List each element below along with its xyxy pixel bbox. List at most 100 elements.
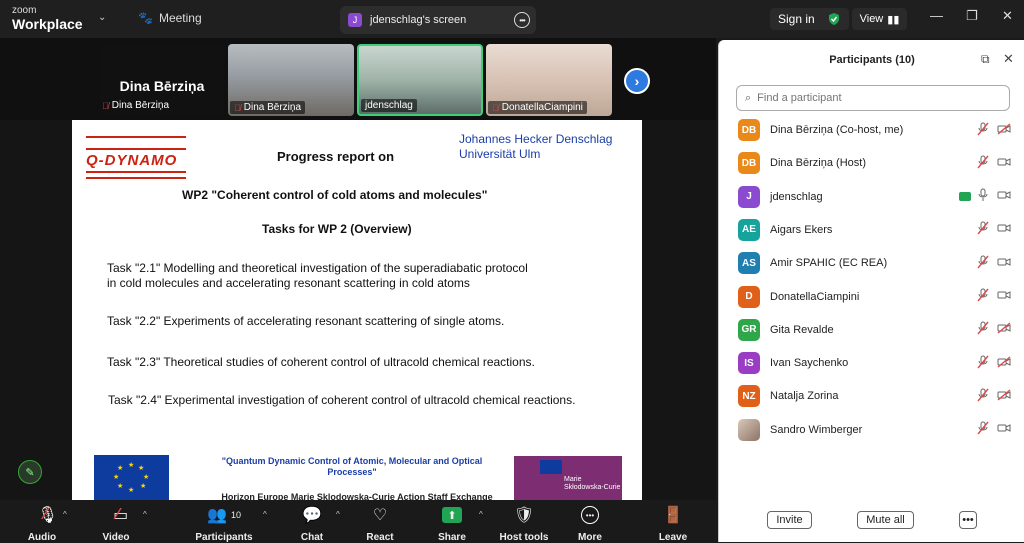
slide-wp2: WP2 "Coherent control of cold atoms and … xyxy=(182,188,488,202)
video-icon[interactable] xyxy=(997,189,1011,204)
chat-icon: 💬 xyxy=(302,507,322,524)
host-tile-label: 🎙̸ Dina Bērziņa xyxy=(102,100,169,111)
signin-button[interactable]: Sign in xyxy=(778,12,815,26)
video-button[interactable]: ▭ ⁄ Video xyxy=(86,504,146,543)
video-off-icon[interactable] xyxy=(997,322,1011,337)
meeting-menu[interactable]: 🐾 Meeting xyxy=(138,11,202,25)
participants-options-caret[interactable]: ^ xyxy=(263,510,267,519)
minimize-icon[interactable]: — xyxy=(930,8,943,23)
participant-row[interactable]: DB Dina Bērziņa (Co-host, me) xyxy=(719,115,1024,145)
close-window-icon[interactable]: ✕ xyxy=(1002,8,1013,24)
audio-options-caret[interactable]: ^ xyxy=(63,510,67,519)
participant-row[interactable]: IS Ivan Saychenko xyxy=(719,348,1024,378)
video-tile-active-speaker[interactable]: jdenschlag xyxy=(357,44,483,116)
video-off-icon[interactable] xyxy=(997,389,1011,404)
more-icon: ••• xyxy=(962,514,974,526)
video-tile[interactable]: 🎙̸ Dina Bērziņa xyxy=(228,44,354,116)
video-strip: Dina Bērziņa 🎙̸ Dina Bērziņa 🎙̸ Dina Bēr… xyxy=(0,38,716,120)
avatar: DB xyxy=(738,152,760,175)
avatar: NZ xyxy=(738,385,760,408)
invite-button[interactable]: Invite xyxy=(767,511,812,529)
video-icon[interactable] xyxy=(997,222,1011,237)
video-icon[interactable] xyxy=(997,422,1011,437)
more-options-icon[interactable]: ••• xyxy=(514,12,530,28)
share-screen-icon: ⬆ xyxy=(422,504,482,526)
mic-icon[interactable] xyxy=(977,188,989,205)
mic-muted-icon[interactable] xyxy=(977,122,989,139)
leave-button[interactable]: 🚪 Leave xyxy=(643,504,703,543)
avatar: AE xyxy=(738,218,760,241)
shield-check-icon[interactable] xyxy=(827,12,841,26)
host-tools-button[interactable]: 🛡 Host tools xyxy=(494,504,554,543)
video-off-icon: ▭ ⁄ xyxy=(113,506,129,524)
participant-search[interactable]: ⌕ xyxy=(736,85,1010,111)
close-icon[interactable]: ✕ xyxy=(1003,51,1014,67)
video-options-caret[interactable]: ^ xyxy=(143,510,147,519)
annotate-pencil-icon[interactable]: ✎ xyxy=(18,460,42,484)
tile-name: Dina Bērziņa xyxy=(243,102,302,113)
restore-icon[interactable]: ❐ xyxy=(966,8,978,24)
mic-muted-icon[interactable] xyxy=(977,421,989,438)
slide-footer-horizon: Horizon Europe Marie Sklodowska-Curie Ac… xyxy=(221,492,493,500)
screen-share-tab[interactable]: J jdenschlag's screen ••• xyxy=(340,6,536,34)
mic-muted-icon[interactable] xyxy=(977,221,989,238)
participant-row[interactable]: NZ Natalja Zorina xyxy=(719,381,1024,411)
participant-name: Sandro Wimberger xyxy=(770,423,863,436)
participant-row[interactable]: DB Dina Bērziņa (Host) xyxy=(719,148,1024,178)
meeting-label: Meeting xyxy=(158,11,202,25)
participant-row[interactable]: D DonatellaCiampini xyxy=(719,282,1024,312)
participant-name: Aigars Ekers xyxy=(770,223,833,236)
react-button[interactable]: ♡ React xyxy=(350,504,410,543)
view-button[interactable]: View ▮▮ xyxy=(852,8,907,30)
participants-button[interactable]: 👥 10 Participants xyxy=(194,504,254,543)
mic-muted-icon[interactable] xyxy=(977,388,989,405)
more-button[interactable]: ••• More xyxy=(560,504,620,543)
view-label: View xyxy=(859,13,884,25)
slide-task-3: Task "2.3" Theoretical studies of cohere… xyxy=(107,355,535,369)
presentation-slide: Q-DYNAMO Progress report on Johannes Hec… xyxy=(72,120,642,500)
popout-icon[interactable]: ⧉ xyxy=(981,52,990,67)
video-icon[interactable] xyxy=(997,156,1011,171)
more-options-button[interactable]: ••• xyxy=(959,511,977,529)
chevron-down-icon[interactable]: ⌄ xyxy=(98,12,106,23)
video-off-icon[interactable] xyxy=(997,356,1011,371)
title-bar: zoom Workplace ⌄ 🐾 Meeting J jdenschlag'… xyxy=(0,0,1024,38)
video-off-icon[interactable] xyxy=(997,122,1011,138)
video-icon[interactable] xyxy=(997,256,1011,271)
mute-all-button[interactable]: Mute all xyxy=(857,511,914,529)
mic-muted-icon: 🎙̸ xyxy=(102,100,109,111)
msca-logo: Marie Skłodowska-Curie xyxy=(514,456,622,500)
participant-row[interactable]: Sandro Wimberger xyxy=(719,415,1024,445)
heart-icon: ♡ xyxy=(372,507,388,524)
share-options-caret[interactable]: ^ xyxy=(479,510,483,519)
participant-row[interactable]: GR Gita Revalde xyxy=(719,315,1024,345)
avatar: AS xyxy=(738,252,760,275)
participant-name: Ivan Saychenko xyxy=(770,357,849,370)
slide-tasks-heading: Tasks for WP 2 (Overview) xyxy=(262,222,412,236)
search-icon: ⌕ xyxy=(745,91,752,104)
signin-area: Sign in xyxy=(770,8,849,30)
participant-row[interactable]: AS Amir SPAHIC (EC REA) xyxy=(719,248,1024,278)
tile-name: jdenschlag xyxy=(365,100,413,111)
tile-label: jdenschlag xyxy=(361,99,417,112)
mic-muted-icon[interactable] xyxy=(977,155,989,172)
mic-muted-icon: 🎙̸ xyxy=(492,102,499,113)
video-icon[interactable] xyxy=(997,289,1011,304)
mic-muted-icon[interactable] xyxy=(977,255,989,272)
video-tile[interactable]: 🎙̸ DonatellaCiampini xyxy=(486,44,612,116)
share-button[interactable]: ⬆ Share xyxy=(422,504,482,543)
chat-options-caret[interactable]: ^ xyxy=(336,510,340,519)
mic-muted-icon[interactable] xyxy=(977,355,989,372)
screen-tab-label: jdenschlag's screen xyxy=(370,14,467,26)
chat-button[interactable]: 💬 Chat xyxy=(282,504,342,543)
search-input[interactable] xyxy=(757,92,988,104)
participant-row[interactable]: AE Aigars Ekers xyxy=(719,215,1024,245)
participant-name: jdenschlag xyxy=(770,190,823,203)
mic-muted-icon[interactable] xyxy=(977,288,989,305)
meeting-toolbar: 🎙 ⁄ Audio ^ ▭ ⁄ Video ^ 👥 10 Participants ^… xyxy=(0,500,716,543)
participant-row[interactable]: Jjdenschlag xyxy=(719,182,1024,212)
participants-panel: Participants (10) ⧉ ✕ ⌕ DB Dina Bērziņa (… xyxy=(718,40,1024,542)
participant-name: Natalja Zorina xyxy=(770,390,839,403)
next-page-button[interactable]: › xyxy=(624,68,650,94)
mic-muted-icon[interactable] xyxy=(977,321,989,338)
